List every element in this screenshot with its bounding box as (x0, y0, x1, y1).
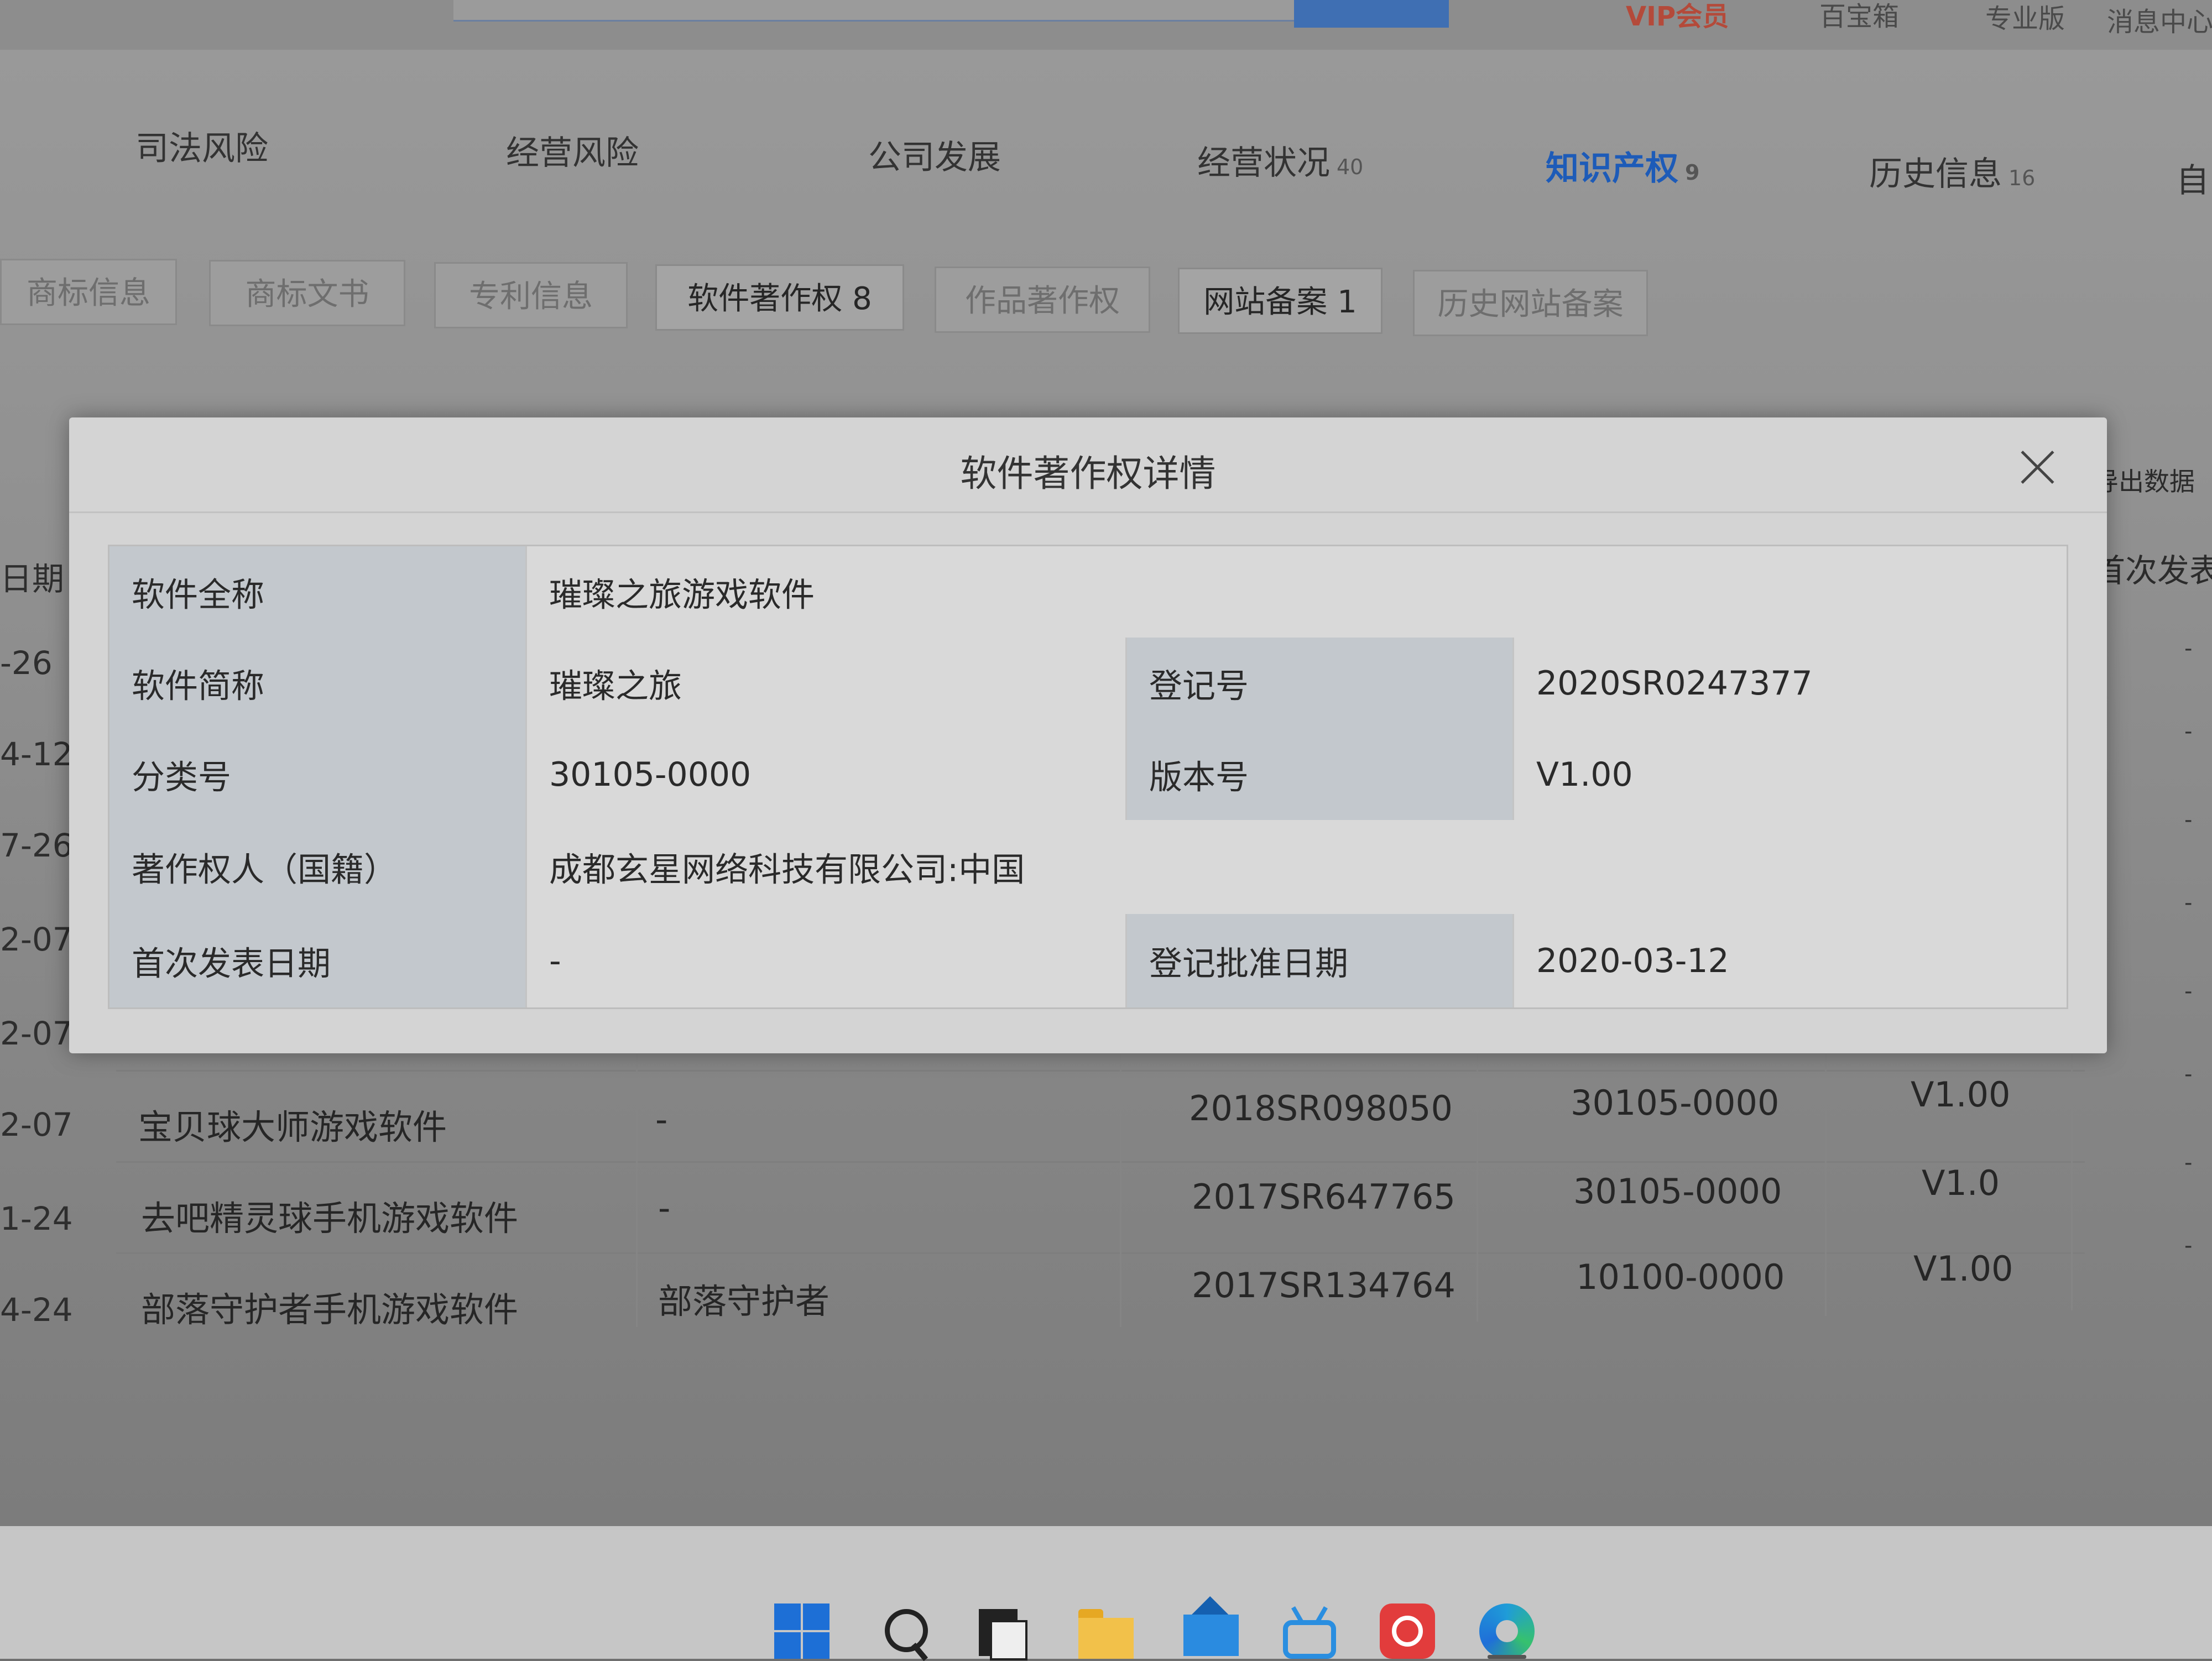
vip-menu[interactable]: VIP会员 (1626, 0, 1729, 33)
row-date: 2-07 (0, 921, 73, 958)
tab-intellectual-property[interactable]: 知识产权 9 (1546, 142, 1699, 190)
classification-value: 30105-0000 (549, 755, 752, 794)
close-icon[interactable] (2018, 448, 2057, 487)
mail-icon[interactable] (1183, 1596, 1239, 1659)
subtab-historical-website-filing[interactable]: 历史网站备案 (1413, 270, 1648, 336)
dialog-header: 软件著作权详情 (69, 417, 2107, 513)
detail-row-full-name: 软件全称 璀璨之旅游戏软件 (109, 546, 2067, 639)
detail-row-dates: 首次发表日期 - 登记批准日期 2020-03-12 (109, 914, 2067, 1007)
approval-date-label: 登记批准日期 (1149, 944, 1348, 983)
tab-more[interactable]: 自 (2176, 154, 2209, 202)
subtab-software-copyright[interactable]: 软件著作权 8 (655, 264, 904, 331)
row-date: 2-07 (0, 1015, 73, 1052)
full-name-label: 软件全称 (132, 576, 264, 614)
column-header-first-publication: 首次发表 (2093, 552, 2212, 589)
table-row[interactable]: 宝贝球大师游戏软件 - 2018SR098050 30105-0000 V1.0… (116, 1070, 2085, 1160)
column-header-date: 日期 (0, 560, 65, 598)
subtab-works-copyright[interactable]: 作品著作权 (935, 267, 1150, 333)
netease-music-icon[interactable] (1380, 1603, 1435, 1659)
version-cell: V1.00 (1913, 1249, 2013, 1289)
message-center-link[interactable]: 消息中心 (2107, 0, 2212, 39)
row-date: 2-07 (0, 1106, 73, 1143)
detail-table: 软件全称 璀璨之旅游戏软件 软件简称 璀璨之旅 登记号 2020SR024737… (108, 545, 2068, 1009)
short-name-label: 软件简称 (132, 667, 264, 706)
row-date: 7-26 (0, 827, 73, 864)
version-label: 版本号 (1149, 758, 1249, 797)
classification-label: 分类号 (132, 758, 231, 797)
tab-operating-status[interactable]: 经营状况 40 (1197, 136, 1363, 184)
tab-operating-risk[interactable]: 经营风险 (506, 126, 639, 174)
registration-number-cell: 2018SR098050 (1189, 1088, 1453, 1129)
edge-icon[interactable] (1479, 1603, 1535, 1659)
file-explorer-icon[interactable] (1078, 1603, 1134, 1659)
first-publication-date-label: 首次发表日期 (132, 944, 331, 983)
tab-company-development[interactable]: 公司发展 (868, 130, 1001, 179)
owner-label: 著作权人（国籍） (132, 850, 397, 890)
export-data-button[interactable]: 导出数据 (2093, 462, 2195, 498)
short-name-value: 璀璨之旅 (549, 667, 682, 706)
software-copyright-detail-dialog: 软件著作权详情 软件全称 璀璨之旅游戏软件 软件简称 璀璨之旅 登记号 2020… (69, 417, 2107, 1053)
search-input[interactable] (453, 0, 1300, 22)
row-date: -26 (0, 644, 53, 682)
version-cell: V1.00 (1911, 1074, 2011, 1115)
classification-cell: 30105-0000 (1573, 1171, 1782, 1211)
toolbox-menu[interactable]: 百宝箱 (1819, 0, 1899, 33)
owner-value: 成都玄星网络科技有限公司:中国 (549, 850, 1025, 890)
tab-count: 9 (1685, 160, 1700, 185)
windows-start-icon[interactable] (774, 1603, 830, 1659)
registration-number-label: 登记号 (1149, 667, 1249, 706)
registration-number-value: 2020SR0247377 (1536, 664, 1813, 703)
tab-judicial-risk[interactable]: 司法风险 (135, 122, 268, 170)
tab-count: 40 (1337, 155, 1364, 179)
row-date: 1-24 (0, 1200, 73, 1237)
row-date: 4-24 (0, 1291, 73, 1329)
search-button[interactable] (1294, 0, 1449, 28)
registration-number-cell: 2017SR647765 (1192, 1177, 1455, 1217)
classification-cell: 30105-0000 (1571, 1083, 1780, 1123)
subtab-trademark-documents[interactable]: 商标文书 (209, 260, 405, 326)
search-icon[interactable] (879, 1603, 935, 1661)
tab-count: 16 (2008, 166, 2036, 190)
subtab-trademark-info[interactable]: 商标信息 (0, 259, 177, 325)
version-value: V1.00 (1536, 755, 1633, 794)
tab-history-info[interactable]: 历史信息 16 (1869, 147, 2035, 195)
short-name-cell: - (655, 1099, 668, 1140)
table-row[interactable]: 去吧精灵球手机游戏软件 - 2017SR647765 30105-0000 V1… (116, 1161, 2085, 1251)
short-name-cell: - (658, 1188, 671, 1228)
bilibili-icon[interactable] (1283, 1603, 1338, 1659)
detail-row-short-name: 软件简称 璀璨之旅 登记号 2020SR0247377 (109, 638, 2067, 730)
software-name-cell: 宝贝球大师游戏软件 (138, 1107, 447, 1147)
task-view-icon[interactable] (979, 1603, 1034, 1660)
pro-edition-link[interactable]: 专业版 (1985, 0, 2065, 35)
registration-number-cell: 2017SR134764 (1192, 1265, 1455, 1305)
detail-row-classification: 分类号 30105-0000 版本号 V1.00 (109, 729, 2067, 822)
top-bar: VIP会员 百宝箱 专业版 消息中心 (0, 0, 2212, 50)
first-publication-date-value: - (549, 941, 561, 980)
short-name-cell: 部落守护者 (658, 1281, 830, 1322)
detail-row-owner: 著作权人（国籍） 成都玄星网络科技有限公司:中国 (109, 820, 2067, 916)
row-date: 4-12 (0, 735, 73, 773)
classification-cell: 10100-0000 (1576, 1257, 1785, 1297)
dialog-title: 软件著作权详情 (960, 452, 1216, 495)
approval-date-value: 2020-03-12 (1536, 941, 1729, 980)
active-app-indicator (1488, 1655, 1526, 1659)
table-row[interactable]: 部落守护者手机游戏软件 部落守护者 2017SR134764 10100-000… (116, 1249, 2085, 1343)
full-name-value: 璀璨之旅游戏软件 (549, 576, 815, 614)
subtab-patent-info[interactable]: 专利信息 (434, 262, 628, 328)
subtab-website-filing[interactable]: 网站备案 1 (1178, 268, 1383, 334)
version-cell: V1.0 (1922, 1163, 2000, 1203)
software-name-cell: 部落守护者手机游戏软件 (141, 1289, 519, 1330)
software-name-cell: 去吧精灵球手机游戏软件 (141, 1198, 519, 1239)
